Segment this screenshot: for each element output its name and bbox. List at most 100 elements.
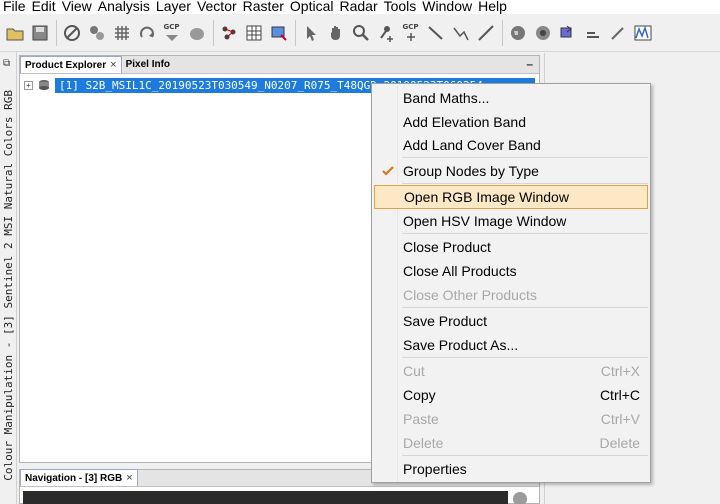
menu-item-copy[interactable]: Copy Ctrl+C (374, 383, 648, 407)
close-icon[interactable]: × (110, 59, 116, 71)
pan-icon[interactable] (325, 21, 346, 45)
context-menu: Band Maths... Add Elevation Band Add Lan… (371, 83, 651, 483)
menu-separator (402, 455, 648, 456)
export-icon[interactable] (557, 21, 578, 45)
shortcut-label: Ctrl+C (599, 387, 640, 403)
menu-raster[interactable]: Raster (240, 0, 287, 13)
tree-expander-icon[interactable]: + (24, 80, 33, 90)
no-data-icon[interactable] (61, 21, 82, 45)
gcp-placing-icon[interactable]: GCP (400, 21, 421, 45)
zoom-icon[interactable] (350, 21, 371, 45)
menu-vector[interactable]: Vector (194, 0, 240, 13)
tab-navigation[interactable]: Navigation - [3] RGB × (20, 469, 138, 486)
menu-optical[interactable]: Optical (287, 0, 337, 13)
zoom-icon[interactable] (513, 492, 527, 504)
rotate-icon[interactable] (136, 21, 157, 45)
gcp-manager-icon[interactable] (268, 21, 289, 45)
tab-product-explorer-label: Product Explorer (25, 59, 107, 71)
tab-pixel-info[interactable]: Pixel Info (122, 56, 174, 73)
menu-item-band-maths[interactable]: Band Maths... (374, 86, 648, 110)
shortcut-label: Ctrl+V (600, 411, 640, 427)
tab-navigation-label: Navigation - [3] RGB (25, 472, 123, 484)
window-pin-icon[interactable]: ⧉ (3, 58, 10, 69)
pins-icon[interactable] (218, 21, 239, 45)
menu-analysis[interactable]: Analysis (95, 0, 153, 13)
menu-item-close-product[interactable]: Close Product (374, 235, 648, 259)
menu-item-label: Close Other Products (403, 287, 537, 303)
menu-separator (402, 357, 648, 358)
product-icon (39, 80, 49, 90)
explorer-tab-bar: Product Explorer × Pixel Info (20, 56, 539, 74)
checkmark-icon (382, 166, 394, 176)
menu-item-properties[interactable]: Properties (374, 457, 648, 481)
menu-window[interactable]: Window (419, 0, 475, 13)
spectrum-icon[interactable] (632, 21, 653, 45)
minimize-button[interactable]: – (526, 57, 533, 71)
gcp-icon[interactable]: GCP (161, 21, 182, 45)
world-icon[interactable] (186, 21, 207, 45)
menu-separator (402, 307, 648, 308)
menu-item-label: Open RGB Image Window (404, 189, 569, 205)
polyline-drawing-icon[interactable] (450, 21, 471, 45)
eye-icon[interactable] (532, 21, 553, 45)
toolbar-separator (295, 19, 296, 46)
menu-layer[interactable]: Layer (153, 0, 194, 13)
side-window-strip: Colour Manipulation - [3] Sentinel 2 MSI… (0, 52, 17, 504)
ground-stations-icon[interactable] (86, 21, 107, 45)
menu-item-paste[interactable]: Paste Ctrl+V (374, 407, 648, 431)
menu-item-label: Save Product As... (403, 337, 519, 353)
toolbar-separator (213, 19, 214, 46)
menu-separator (402, 233, 648, 234)
save-product-icon[interactable] (29, 21, 50, 45)
menu-item-group-nodes-by-type[interactable]: Group Nodes by Type (374, 159, 648, 183)
menu-item-cut[interactable]: Cut Ctrl+X (374, 359, 648, 383)
shape-icon[interactable] (582, 21, 603, 45)
close-icon[interactable]: × (126, 472, 132, 484)
navigation-preview[interactable] (23, 491, 508, 504)
menu-file[interactable]: File (0, 0, 29, 13)
menu-item-label: Add Land Cover Band (403, 137, 541, 153)
open-product-icon[interactable] (4, 21, 25, 45)
menu-item-label: Paste (403, 411, 439, 427)
shortcut-label: Ctrl+X (600, 363, 640, 379)
menu-item-label: Band Maths... (403, 90, 490, 106)
select-icon[interactable] (300, 21, 321, 45)
menu-bar: File Edit View Analysis Layer Vector Ras… (0, 0, 720, 14)
menu-item-open-hsv-image-window[interactable]: Open HSV Image Window (374, 209, 648, 233)
menu-item-add-land-cover-band[interactable]: Add Land Cover Band (374, 133, 648, 157)
menu-separator (402, 183, 648, 184)
menu-item-close-all-products[interactable]: Close All Products (374, 259, 648, 283)
menu-item-label: Group Nodes by Type (403, 163, 539, 179)
tab-product-explorer[interactable]: Product Explorer × (20, 56, 122, 73)
grid-icon[interactable] (111, 21, 132, 45)
menu-radar[interactable]: Radar (336, 0, 380, 13)
menu-item-label: Open HSV Image Window (403, 213, 567, 229)
menu-item-label: Delete (403, 435, 444, 451)
shortcut-label: Delete (599, 435, 640, 451)
menu-item-label: Close Product (403, 239, 491, 255)
dropper-icon[interactable] (607, 21, 628, 45)
menu-tools[interactable]: Tools (381, 0, 420, 13)
menu-item-label: Close All Products (403, 263, 517, 279)
menu-item-delete[interactable]: Delete Delete (374, 431, 648, 455)
menu-item-close-other-products[interactable]: Close Other Products (374, 283, 648, 307)
colour-manipulation-tab[interactable]: Colour Manipulation - [3] Sentinel 2 MSI… (0, 52, 16, 504)
menu-item-save-product[interactable]: Save Product (374, 309, 648, 333)
menu-item-save-product-as[interactable]: Save Product As... (374, 333, 648, 357)
menu-separator (402, 157, 648, 158)
menu-item-open-rgb-image-window[interactable]: Open RGB Image Window (374, 185, 648, 209)
menu-item-label: Properties (403, 461, 467, 477)
world-map-icon[interactable] (507, 21, 528, 45)
gcp-label: GCP (402, 22, 419, 31)
range-finder-icon[interactable] (475, 21, 496, 45)
gcp-label: GCP (163, 22, 180, 31)
menu-item-label: Save Product (403, 313, 488, 329)
menu-view[interactable]: View (59, 0, 95, 13)
line-drawing-icon[interactable] (425, 21, 446, 45)
statistics-icon[interactable] (243, 21, 264, 45)
menu-edit[interactable]: Edit (29, 0, 59, 13)
toolbar: GCP GCP (0, 14, 720, 52)
pin-placing-icon[interactable] (375, 21, 396, 45)
menu-item-add-elevation-band[interactable]: Add Elevation Band (374, 110, 648, 134)
menu-help[interactable]: Help (475, 0, 510, 13)
